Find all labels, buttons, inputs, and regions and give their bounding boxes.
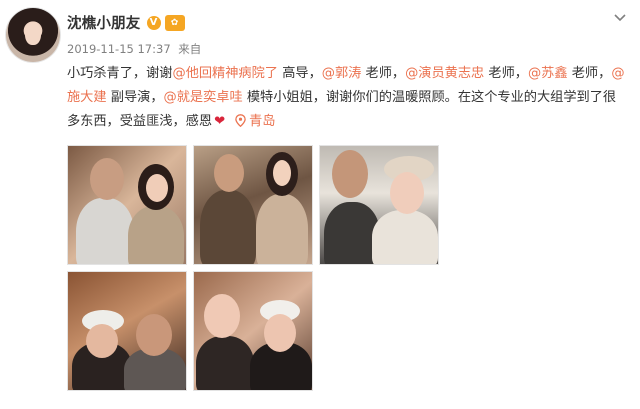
text-segment: 老师，	[361, 66, 406, 81]
user-name[interactable]: 沈樵小朋友	[67, 12, 141, 33]
text-segment: 副导演，	[106, 90, 164, 105]
text-segment: 高导，	[278, 66, 322, 81]
mention-link[interactable]: @就是奕卓哇	[164, 90, 243, 105]
member-level-icon: ✿	[164, 14, 185, 31]
text-segment: 小巧杀青了，谢谢	[67, 66, 173, 81]
location-name: 青岛	[249, 114, 276, 129]
location-link[interactable]: 青岛	[235, 114, 276, 129]
user-header: 沈樵小朋友 V ✿	[67, 12, 185, 33]
mention-link[interactable]: @苏鑫	[528, 66, 568, 81]
post-meta: 2019-11-15 17:37 来自	[67, 41, 205, 57]
text-segment: 老师，	[567, 66, 612, 81]
photo-2[interactable]	[193, 145, 313, 265]
verified-badge-icon: V	[146, 15, 161, 30]
mention-link[interactable]: @他回精神病院了	[173, 66, 279, 81]
post-text: 小巧杀青了，谢谢@他回精神病院了 高导，@郭涛 老师，@演员黄志忠 老师，@苏鑫…	[67, 62, 627, 134]
photo-1[interactable]	[67, 145, 187, 265]
photo-5[interactable]	[193, 271, 313, 391]
photo-3[interactable]	[319, 145, 439, 265]
mention-link[interactable]: @郭涛	[322, 66, 362, 81]
avatar[interactable]	[6, 8, 60, 62]
post-timestamp[interactable]: 2019-11-15 17:37	[67, 42, 171, 56]
post-source: 来自	[178, 42, 202, 56]
heart-emoji-icon: ❤	[214, 114, 226, 129]
location-pin-icon	[235, 114, 246, 128]
chevron-down-icon[interactable]	[612, 10, 628, 26]
mention-link[interactable]: @演员黄志忠	[405, 66, 484, 81]
photo-4[interactable]	[67, 271, 187, 391]
text-segment: 老师，	[484, 66, 528, 81]
